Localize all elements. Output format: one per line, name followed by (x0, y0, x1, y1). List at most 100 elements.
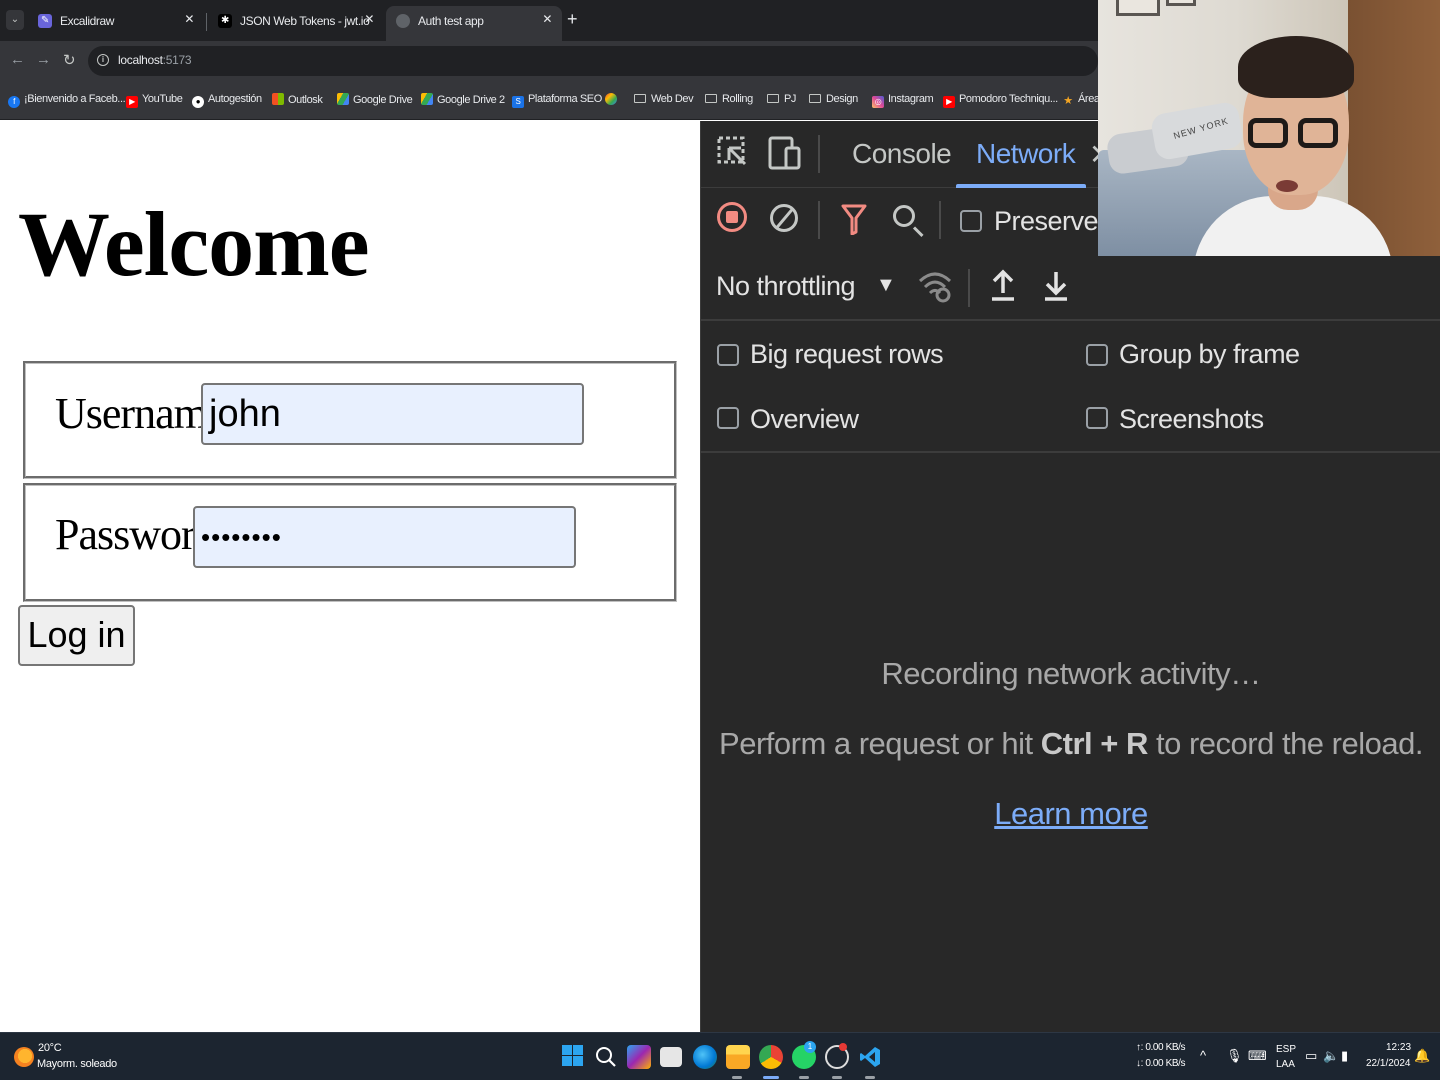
vscode-icon[interactable] (858, 1045, 882, 1069)
notification-bell-icon[interactable]: 🔔 (1414, 1048, 1430, 1064)
screenshots-checkbox[interactable] (1086, 407, 1108, 429)
bookmark-area[interactable]: ★ Área (1062, 93, 1100, 109)
bookmark-folder-pj[interactable]: PJ (767, 93, 796, 109)
username-label: Username (55, 389, 226, 438)
instagram-icon: ◎ (872, 96, 884, 108)
search-icon[interactable] (893, 205, 915, 227)
task-view-icon[interactable] (660, 1047, 682, 1067)
drive-icon (337, 93, 349, 105)
export-har-icon[interactable] (1042, 269, 1070, 303)
bookmark-google-drive-2[interactable]: Google Drive 2 (421, 93, 505, 109)
login-button[interactable]: Log in (18, 605, 135, 666)
battery-icon[interactable]: ▮ (1341, 1048, 1348, 1064)
import-har-icon[interactable] (989, 269, 1017, 303)
microsoft-icon (272, 93, 284, 105)
tab-close-icon[interactable]: ✕ (184, 12, 194, 26)
tab-jwt[interactable]: ✱ JSON Web Tokens - jwt.io ✕ (208, 6, 384, 41)
big-request-rows-checkbox[interactable] (717, 344, 739, 366)
tab-search-dropdown[interactable]: ⌄ (6, 10, 24, 30)
start-button[interactable] (562, 1045, 583, 1066)
toolbar-divider (818, 201, 820, 239)
web-page: Welcome Username john Password •••••••• … (0, 121, 700, 1032)
clock-date[interactable]: 22/1/2024 (1366, 1058, 1411, 1069)
microphone-icon[interactable]: 🎙 (1226, 1048, 1243, 1064)
tab-network[interactable]: Network (976, 138, 1076, 170)
learn-more-link[interactable]: Learn more (701, 796, 1440, 832)
bookmark-pomodoro[interactable]: ▶ Pomodoro Techniqu... (943, 93, 1058, 109)
copilot-icon[interactable] (627, 1045, 651, 1069)
bookmark-autogestion[interactable]: ● Autogestión (192, 93, 262, 109)
bookmark-facebook[interactable]: f ¡Bienvenido a Faceb... (8, 93, 126, 109)
preserve-log-checkbox[interactable] (960, 210, 982, 232)
weather-temperature[interactable]: 20°C (38, 1042, 62, 1054)
overview-checkbox[interactable] (717, 407, 739, 429)
toolbar-divider (939, 201, 941, 239)
back-icon[interactable]: ← (10, 51, 25, 68)
running-indicator (832, 1076, 842, 1079)
device-toolbar-icon[interactable] (768, 136, 802, 172)
bookmark-outlook[interactable]: Outlosk (272, 93, 323, 109)
person-mouth (1276, 180, 1298, 192)
bookmark-instagram[interactable]: ◎ Instagram (872, 93, 934, 109)
new-tab-button[interactable]: + (567, 9, 578, 30)
bookmark-folder-design[interactable]: Design (809, 93, 858, 109)
alert-dot (839, 1043, 847, 1051)
bookmark-youtube[interactable]: ▶ YouTube (126, 93, 183, 109)
running-indicator (865, 1076, 875, 1079)
seo-icon: S (512, 96, 524, 108)
bookmark-app[interactable] (605, 93, 621, 109)
devtools-panel: Console Network ✕ Preserve lo No throttl… (700, 121, 1440, 1032)
inspect-element-icon[interactable] (717, 136, 747, 172)
clear-icon[interactable] (770, 204, 798, 232)
person-hair (1238, 36, 1354, 98)
screenshots-label: Screenshots (1119, 404, 1264, 434)
keyboard-icon[interactable]: ⌨ (1248, 1048, 1267, 1064)
excalidraw-icon: ✎ (38, 14, 52, 28)
empty-state-title: Recording network activity… (881, 656, 1261, 691)
weather-condition[interactable]: Mayorm. soleado (37, 1058, 117, 1070)
password-fieldset: Password •••••••• (23, 483, 677, 602)
tab-console[interactable]: Console (852, 138, 952, 170)
notification-badge: 1 (804, 1041, 816, 1053)
search-icon[interactable] (594, 1045, 618, 1069)
divider (701, 319, 1440, 321)
language-code[interactable]: ESP (1276, 1044, 1296, 1055)
tab-excalidraw[interactable]: ✎ Excalidraw ✕ (28, 6, 204, 41)
network-icon[interactable]: ▭ (1305, 1048, 1317, 1064)
address-bar[interactable]: i localhost:5173 (88, 46, 1098, 76)
tab-divider (206, 13, 207, 31)
tab-auth-test-app[interactable]: Auth test app ✕ (386, 6, 562, 41)
keyboard-layout[interactable]: LAA (1276, 1059, 1295, 1070)
weather-icon[interactable] (14, 1047, 34, 1067)
network-download-speed: ↓: 0.00 KB/s (1136, 1058, 1186, 1069)
password-input[interactable]: •••••••• (193, 506, 576, 568)
throttling-select[interactable]: No throttling (716, 271, 856, 302)
file-explorer-icon[interactable] (726, 1045, 750, 1069)
username-input[interactable]: john (201, 383, 584, 445)
bookmark-folder-rolling[interactable]: Rolling (705, 93, 753, 109)
clock-time[interactable]: 12:23 (1386, 1042, 1411, 1053)
youtube-icon: ▶ (126, 96, 138, 108)
folder-icon (705, 94, 717, 103)
dropdown-arrow-icon[interactable]: ▼ (876, 274, 896, 297)
bookmark-folder-web-dev[interactable]: Web Dev (634, 93, 694, 109)
chrome-icon[interactable] (759, 1045, 783, 1069)
glasses (1298, 118, 1338, 148)
overview-label: Overview (750, 404, 859, 434)
edge-icon[interactable] (693, 1045, 717, 1069)
filter-icon[interactable] (841, 203, 867, 235)
group-by-frame-checkbox[interactable] (1086, 344, 1108, 366)
stop-recording-button[interactable] (717, 202, 747, 232)
chevron-up-icon[interactable]: ^ (1200, 1048, 1206, 1063)
running-indicator (763, 1076, 779, 1079)
reload-icon[interactable]: ↻ (63, 51, 76, 69)
tab-close-icon[interactable]: ✕ (364, 12, 374, 26)
glasses (1248, 118, 1288, 148)
site-info-icon[interactable]: i (97, 54, 109, 66)
network-conditions-icon[interactable] (917, 269, 953, 303)
forward-icon[interactable]: → (36, 51, 51, 68)
bookmark-plataforma-seo[interactable]: S Plataforma SEO (512, 93, 602, 109)
volume-icon[interactable]: 🔈 (1323, 1048, 1339, 1064)
bookmark-google-drive[interactable]: Google Drive (337, 93, 413, 109)
tab-close-icon[interactable]: ✕ (542, 12, 552, 26)
